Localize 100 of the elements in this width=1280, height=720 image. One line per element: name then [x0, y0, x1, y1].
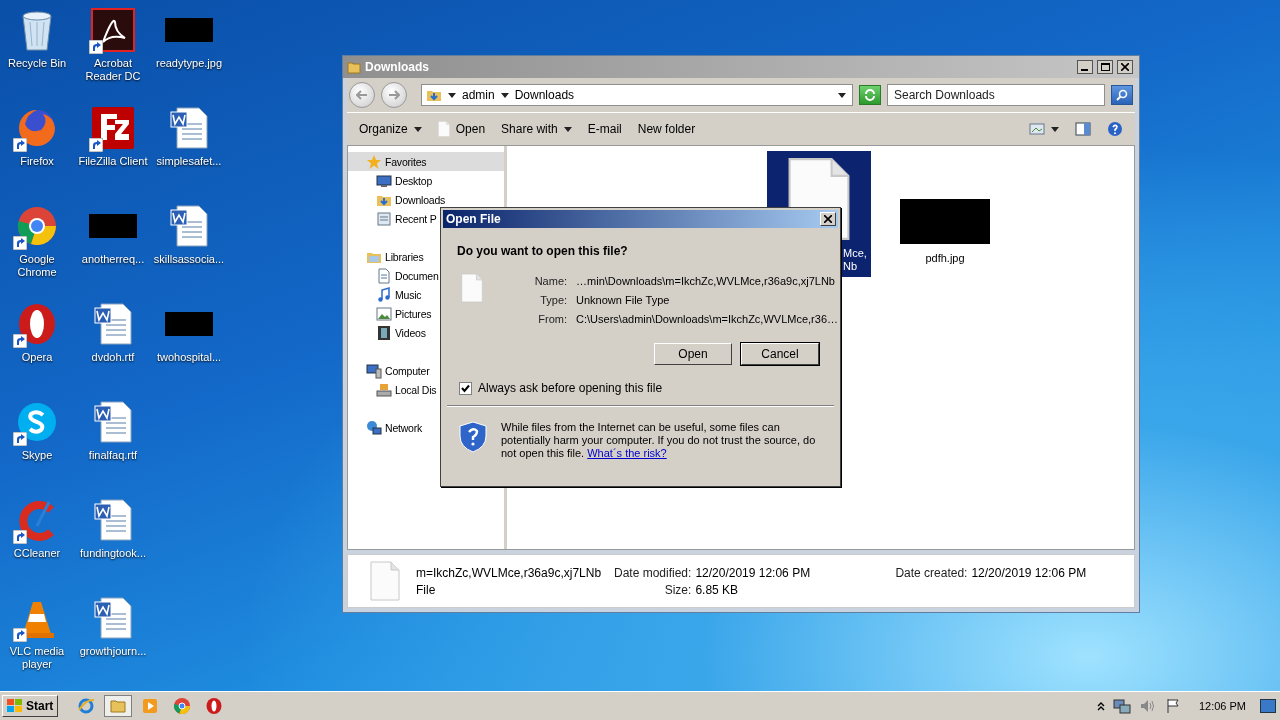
- detail-value: 12/20/2019 12:06 PM: [971, 565, 1087, 580]
- document-icon[interactable]: [91, 596, 135, 640]
- window-title: Downloads: [365, 60, 430, 74]
- detail-label: Size:: [663, 582, 692, 597]
- browser-icon[interactable]: [15, 204, 59, 248]
- file-name: pdfh.jpg: [925, 252, 965, 265]
- detail-label: Date created:: [895, 565, 968, 580]
- desktop-icon-label[interactable]: Firefox: [20, 155, 54, 168]
- pdf-app-icon[interactable]: [91, 8, 135, 52]
- desktop-icon-label[interactable]: Google Chrome: [1, 253, 73, 279]
- flag-icon[interactable]: [1164, 698, 1181, 714]
- back-button[interactable]: [349, 82, 375, 108]
- desktop-icon-label[interactable]: simplesafet...: [156, 155, 222, 168]
- field-value: C:\Users\admin\Downloads\m=IkchZc,WVLMce,r36…: [576, 312, 838, 327]
- nav-item[interactable]: Music: [348, 285, 504, 304]
- dialog-button[interactable]: Open: [654, 343, 732, 365]
- star-icon: [366, 153, 382, 170]
- desktop-icon-label[interactable]: growthjourn...: [79, 645, 147, 658]
- nav-item[interactable]: Desktop: [348, 171, 504, 190]
- desktop-icon-label[interactable]: Skype: [21, 449, 53, 462]
- shortcut-arrow-icon: [13, 628, 27, 642]
- toolbar-button[interactable]: Organize: [353, 119, 428, 139]
- desktop-icon-label[interactable]: VLC media player: [1, 645, 73, 671]
- shortcut-arrow-icon: [13, 530, 27, 544]
- file-tile[interactable]: pdfh.jpg: [895, 151, 995, 277]
- file-name: Mce,: [843, 247, 867, 260]
- desktop-icon-label[interactable]: CCleaner: [13, 547, 61, 560]
- toolbar-button[interactable]: Open: [431, 118, 492, 140]
- toolbar-button[interactable]: New folder: [631, 119, 702, 139]
- chevron-up-icon[interactable]: [1096, 701, 1105, 711]
- desktop-icon-label[interactable]: skillsassocia...: [153, 253, 225, 266]
- dialog-title: Open File: [446, 212, 502, 226]
- desktop-icon-label[interactable]: FileZilla Client: [78, 155, 148, 168]
- document-icon[interactable]: [91, 302, 135, 346]
- caret-icon: [563, 126, 572, 132]
- breadcrumb-item[interactable]: admin: [462, 88, 495, 102]
- desktop-icon-label[interactable]: Acrobat Reader DC: [77, 57, 149, 83]
- minimize-button[interactable]: [1077, 60, 1093, 74]
- field-label: From:: [537, 312, 568, 327]
- desktop-icon-label[interactable]: anotherreq...: [81, 253, 145, 266]
- address-bar[interactable]: admin Downloads: [421, 84, 853, 106]
- document-icon: [376, 267, 392, 284]
- toolbar-button[interactable]: Share with: [495, 119, 578, 139]
- search-field[interactable]: Search Downloads: [887, 84, 1105, 106]
- browser-icon: [205, 697, 224, 715]
- network-icon[interactable]: [1112, 698, 1131, 714]
- nav-item[interactable]: Pictures: [348, 304, 504, 323]
- taskbar-button[interactable]: [104, 695, 133, 717]
- nav-item[interactable]: Documen: [348, 266, 504, 285]
- desktop-icon-label[interactable]: finalfaq.rtf: [88, 449, 138, 462]
- redacted-thumbnail[interactable]: [165, 312, 213, 336]
- ftp-app-icon[interactable]: [91, 106, 135, 150]
- detail-value: 6.85 KB: [695, 582, 740, 597]
- detail-value: 12/20/2019 12:06 PM: [695, 565, 812, 580]
- desktop-icon-label[interactable]: fundingtook...: [79, 547, 147, 560]
- dialog-question: Do you want to open this file?: [456, 243, 629, 258]
- search-button[interactable]: [1111, 85, 1133, 105]
- desktop-icon-label[interactable]: Recycle Bin: [7, 57, 67, 70]
- caret-icon: [500, 92, 509, 98]
- dialog-button[interactable]: Cancel: [741, 343, 819, 365]
- desktop-icon-label[interactable]: dvdoh.rtf: [91, 351, 135, 364]
- breadcrumb-item[interactable]: Downloads: [514, 88, 575, 102]
- field-label: Name:: [533, 274, 568, 289]
- desktop-icon-label[interactable]: twohospital...: [156, 351, 222, 364]
- document-icon[interactable]: [167, 204, 211, 248]
- toolbar-button[interactable]: E-mail: [581, 119, 628, 139]
- document-icon[interactable]: [91, 400, 135, 444]
- risk-link[interactable]: What´s the risk?: [587, 447, 667, 459]
- chat-app-icon[interactable]: [15, 400, 59, 444]
- close-icon: [1121, 63, 1129, 71]
- refresh-button[interactable]: [859, 85, 881, 105]
- monitor-icon: [376, 172, 392, 189]
- maximize-icon: [1100, 63, 1110, 71]
- browser-icon: [173, 697, 192, 715]
- windows-flag-icon: [7, 699, 23, 713]
- shortcut-arrow-icon: [13, 334, 27, 348]
- forward-button[interactable]: [381, 82, 407, 108]
- computer-icon: [366, 362, 382, 379]
- shortcut-arrow-icon: [13, 236, 27, 250]
- show-desktop-icon[interactable]: [1260, 699, 1276, 713]
- desktop-icon-label[interactable]: Opera: [21, 351, 53, 364]
- document-icon[interactable]: [167, 106, 211, 150]
- start-button[interactable]: Start: [2, 695, 59, 717]
- document-icon[interactable]: [91, 498, 135, 542]
- close-icon: [824, 215, 832, 223]
- nav-item[interactable]: Computer: [348, 361, 504, 380]
- clock[interactable]: 12:06 PM: [1198, 700, 1246, 712]
- desktop-icon-label[interactable]: readytype.jpg: [155, 57, 222, 70]
- file-icon: [437, 121, 450, 137]
- maximize-button[interactable]: [1097, 60, 1113, 74]
- field-label: Type:: [539, 293, 568, 308]
- nav-item[interactable]: Favorites: [348, 152, 504, 171]
- checkbox[interactable]: [459, 381, 472, 395]
- redacted-thumbnail[interactable]: [165, 18, 213, 42]
- redacted-thumbnail[interactable]: [89, 214, 137, 238]
- back-arrow-icon: [356, 90, 368, 100]
- search-icon: [1116, 89, 1128, 101]
- file-icon: [461, 273, 484, 303]
- close-button[interactable]: [1117, 60, 1133, 74]
- network-icon: [366, 419, 382, 436]
